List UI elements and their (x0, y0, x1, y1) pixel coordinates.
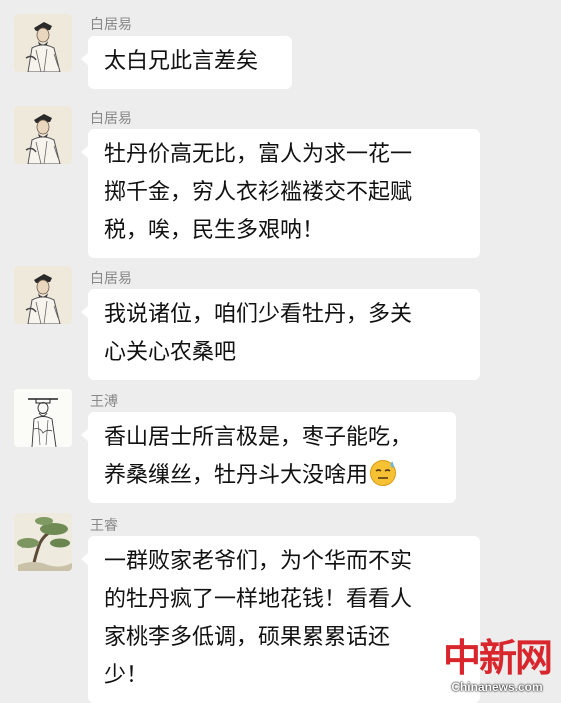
portrait-bai-juyi-icon (14, 266, 72, 324)
message-line: 一群败家老爷们，为个华而不实 (104, 549, 413, 574)
message-line: 养桑缫丝，牡丹斗大没啥用 (104, 463, 369, 488)
message-bubble[interactable]: 香山居士所言极是，枣子能吃， 养桑缫丝，牡丹斗大没啥用 (81, 412, 456, 503)
message-line: 心关心农桑吧 (104, 340, 237, 365)
watermark-logo: 中新网 (442, 635, 553, 680)
avatar[interactable] (14, 513, 72, 571)
sender-name: 白居易 (90, 17, 132, 33)
message-line: 牡丹价高无比，富人为求一花一 (104, 142, 413, 167)
message-line: 香山居士所言极是，枣子能吃， (104, 425, 413, 450)
watermark-domain: Chinanews.com (451, 680, 543, 694)
message-bubble[interactable]: 一群败家老爷们，为个华而不实 的牡丹疯了一样地花钱！看看人 家桃李多低调，硕果累… (81, 536, 480, 703)
message-line: 掷千金，穷人衣衫褴褛交不起赋 (104, 180, 413, 205)
chinanews-watermark: 中新网 Chinanews.com (442, 635, 553, 695)
avatar[interactable] (14, 14, 72, 72)
message-bubble[interactable]: 太白兄此言差矣 (81, 36, 292, 89)
sender-name: 白居易 (90, 271, 132, 287)
sender-name: 王溥 (90, 394, 118, 410)
sender-name: 王睿 (90, 518, 118, 534)
portrait-bai-juyi-icon (14, 14, 72, 72)
message-bubble[interactable]: 牡丹价高无比，富人为求一花一 掷千金，穷人衣衫褴褛交不起赋 税，唉，民生多艰呐！ (81, 129, 480, 258)
portrait-bai-juyi-icon (14, 106, 72, 164)
message-line: 太白兄此言差矣 (104, 49, 259, 74)
message-line: 少！ (104, 663, 149, 688)
message-line: 家桃李多低调，硕果累累话还 (104, 625, 391, 650)
message-line: 的牡丹疯了一样地花钱！看看人 (104, 587, 413, 612)
avatar[interactable] (14, 266, 72, 324)
message-line: 税，唉，民生多艰呐！ (104, 218, 325, 243)
line-drawing-portrait-icon (14, 389, 72, 447)
message-line-with-emoji: 养桑缫丝，牡丹斗大没啥用 (104, 457, 440, 495)
message-line: 我说诸位，咱们少看牡丹，多关 (104, 302, 413, 327)
avatar[interactable] (14, 389, 72, 447)
pine-tree-painting-icon (14, 513, 72, 571)
message-bubble[interactable]: 我说诸位，咱们少看牡丹，多关 心关心农桑吧 (81, 289, 480, 380)
avatar[interactable] (14, 106, 72, 164)
sender-name: 白居易 (90, 111, 132, 127)
sweat-smile-emoji-icon (370, 460, 397, 486)
